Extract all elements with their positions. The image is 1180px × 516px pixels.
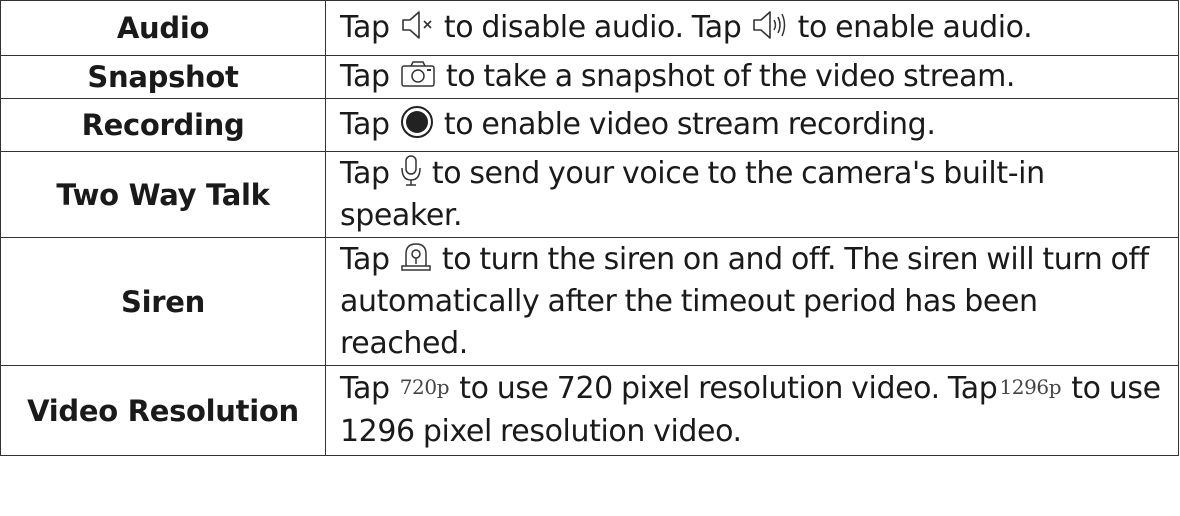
camera-icon xyxy=(400,60,435,87)
row-label-two-way-talk: Two Way Talk xyxy=(0,151,326,238)
text-segment: to take a snapshot of the video stream. xyxy=(437,59,1016,94)
table-row: Recording Tap to enable video stream rec… xyxy=(0,98,1179,152)
speaker-on-icon xyxy=(753,10,786,39)
text-segment: Tap xyxy=(340,371,398,407)
row-label-video-resolution: Video Resolution xyxy=(0,365,326,456)
record-icon xyxy=(400,105,433,138)
siren-icon xyxy=(400,243,431,271)
speaker-muted-icon xyxy=(401,10,432,39)
text-segment: to enable video stream recording. xyxy=(435,107,936,142)
row-description-audio: Tap to disable audio. Tap to enable audi… xyxy=(325,0,1179,56)
row-label-recording: Recording xyxy=(0,98,326,152)
text-segment: to turn the siren on and off. The siren … xyxy=(340,241,1149,361)
row-description-recording: Tap to enable video stream recording. xyxy=(325,98,1179,152)
row-label-siren: Siren xyxy=(0,237,326,366)
resolution-720p-label: 720p xyxy=(399,374,450,399)
text-segment: to use 720 pixel resolution video. Tap xyxy=(451,371,998,407)
text-segment: Tap xyxy=(340,155,398,191)
text-segment: Tap xyxy=(340,241,398,277)
row-description-siren: Tap to turn the siren on and off. The si… xyxy=(325,237,1179,366)
table-row: Video Resolution Tap 720p to use 720 pix… xyxy=(0,365,1179,456)
text-segment: Tap xyxy=(340,10,398,45)
table-row: Siren Tap to turn the siren on and off. … xyxy=(0,237,1179,366)
text-segment: to enable audio. xyxy=(789,10,1033,45)
text-segment: Tap xyxy=(340,107,398,142)
resolution-1296p-label: 1296p xyxy=(999,374,1062,399)
table-row: Snapshot Tap to take a snapshot of the v… xyxy=(0,55,1179,99)
microphone-icon xyxy=(400,155,421,186)
table-row: Two Way Talk Tap to send your voice to t… xyxy=(0,151,1179,238)
row-label-snapshot: Snapshot xyxy=(0,55,326,99)
text-segment: to send your voice to the camera's built… xyxy=(340,155,1045,233)
row-description-two-way-talk: Tap to send your voice to the camera's b… xyxy=(325,151,1179,238)
row-description-video-resolution: Tap 720p to use 720 pixel resolution vid… xyxy=(325,365,1179,456)
row-description-snapshot: Tap to take a snapshot of the video stre… xyxy=(325,55,1179,99)
text-segment: Tap xyxy=(340,59,398,94)
row-label-audio: Audio xyxy=(0,0,326,56)
text-segment: to disable audio. Tap xyxy=(435,10,750,45)
controls-table: Audio Tap to disable audio. Tap to enabl… xyxy=(0,0,1179,456)
table-row: Audio Tap to disable audio. Tap to enabl… xyxy=(0,0,1179,56)
